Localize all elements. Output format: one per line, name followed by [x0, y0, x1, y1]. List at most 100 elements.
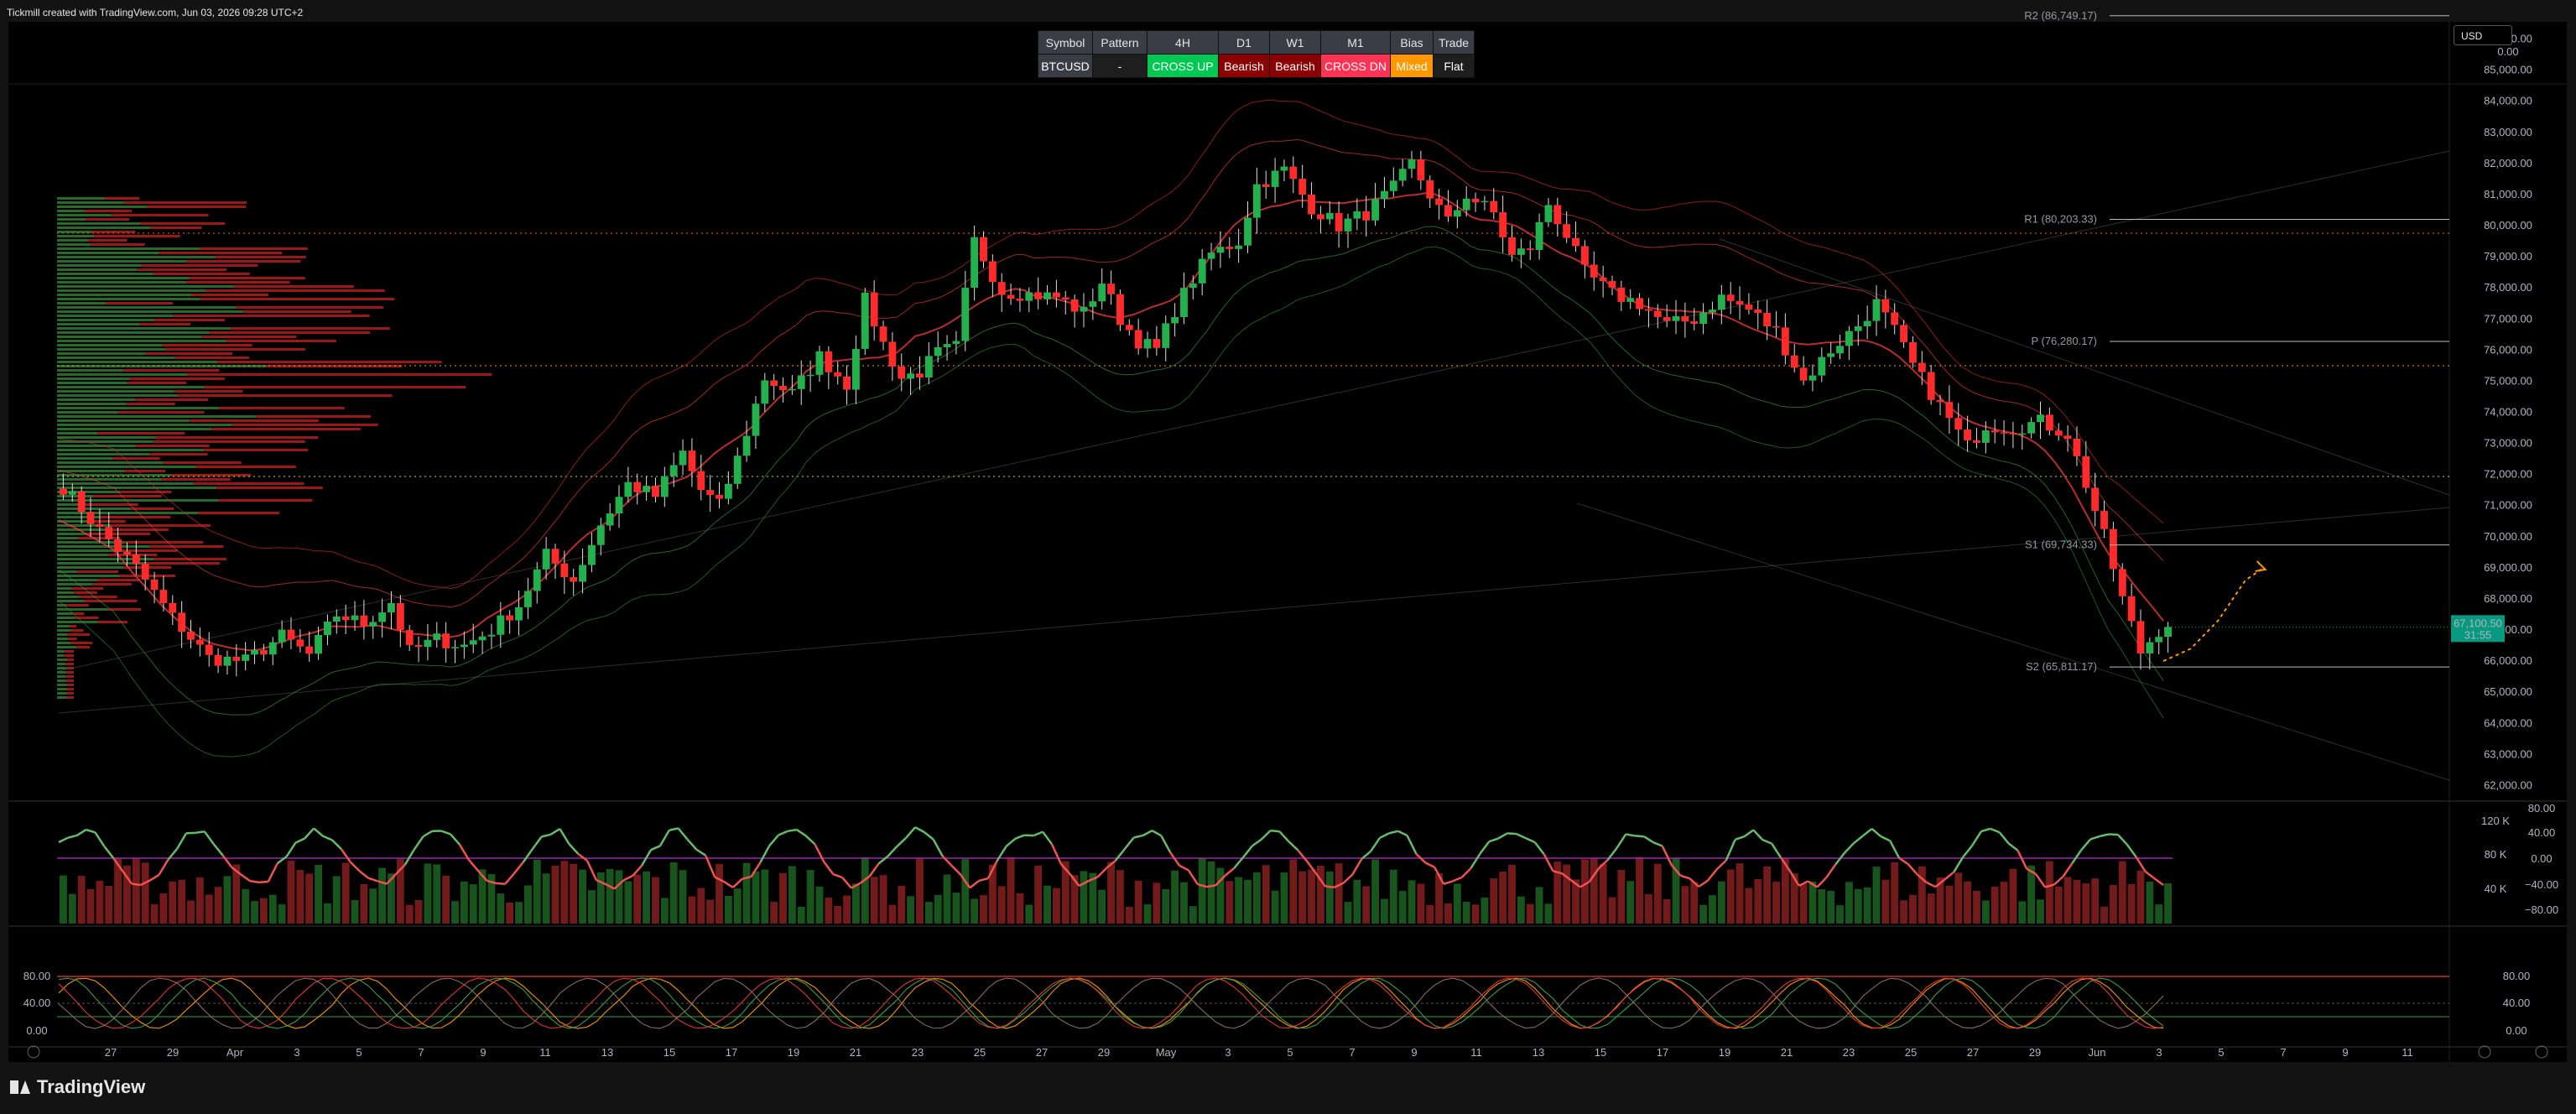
candle-bear	[1918, 362, 1926, 372]
volume-bar	[1945, 885, 1954, 924]
candle-bear	[1663, 316, 1671, 321]
volume-profile-bar-buy	[57, 214, 112, 216]
volume-bar	[1080, 871, 1088, 924]
volume-bar	[332, 876, 341, 924]
volume-bar	[1408, 880, 1416, 924]
volume-bar	[1235, 877, 1243, 924]
volume-bar	[1453, 883, 1461, 924]
volume-profile-bar-sell	[107, 608, 142, 611]
volume-profile-bar-sell	[161, 478, 231, 481]
candle-bear	[1444, 205, 1452, 217]
volume-bar	[1526, 903, 1534, 924]
candle-bull	[1325, 212, 1334, 220]
time-tick-label: 3	[294, 1046, 299, 1059]
volume-bar	[414, 900, 423, 924]
candle-bull	[1717, 294, 1725, 310]
volume-bar	[1645, 893, 1652, 924]
time-tick-label: 15	[1595, 1046, 1606, 1059]
candle-bear	[652, 486, 659, 497]
volume-profile-bar-sell	[94, 235, 180, 237]
pivot-label: S2 (65,811.17)	[2026, 660, 2097, 673]
volume-bar	[96, 880, 104, 924]
volume-bar	[1125, 906, 1133, 924]
candle-bull	[752, 403, 760, 436]
volume-bar	[159, 893, 168, 924]
volume-profile-bar-sell	[174, 390, 243, 393]
time-tick-label: 29	[2029, 1046, 2041, 1059]
candle-bull	[1216, 247, 1225, 253]
currency-selector[interactable]: USD	[2454, 25, 2512, 45]
volume-profile-bar-sell	[150, 226, 202, 229]
candle-bear	[1991, 430, 1999, 433]
mtf-header-pattern: Pattern	[1092, 30, 1147, 55]
volume-profile-bar-sell	[153, 440, 305, 443]
candle-bear	[633, 482, 642, 492]
volume-profile-bar-buy	[57, 587, 72, 590]
candle-bear	[77, 491, 86, 513]
rsi-line-segment	[1324, 885, 1335, 889]
volume-bar	[1827, 891, 1835, 924]
volume-profile-bar-sell	[165, 348, 306, 351]
volume-bar	[1462, 901, 1470, 924]
volume-bar	[1353, 879, 1361, 924]
time-tick-label: 21	[850, 1046, 861, 1059]
candle-bear	[688, 450, 696, 471]
candle-bull	[596, 525, 605, 545]
volume-bar	[815, 886, 824, 924]
candle-bear	[1553, 205, 1562, 225]
volume-bar	[351, 900, 359, 924]
candle-bull	[934, 346, 942, 357]
candle-bear	[305, 646, 314, 654]
mtf-value-symbol: BTCUSD	[1038, 54, 1093, 78]
volume-bar	[278, 904, 286, 924]
volume-profile-bar-sell	[105, 197, 140, 200]
volume-bar	[1398, 891, 1407, 924]
volume-bar	[1981, 900, 1990, 924]
candle-bull	[788, 388, 796, 391]
mtf-value-pattern: -	[1092, 54, 1147, 78]
volume-bar	[1653, 863, 1662, 924]
candle-bear	[341, 616, 350, 621]
stoch-tick-label-right: 0.00	[2506, 1024, 2527, 1037]
volume-profile-bar-sell	[174, 357, 249, 359]
time-tick-label: 9	[1411, 1046, 1417, 1059]
volume-profile-bar-sell	[130, 377, 225, 380]
candle-bear	[1945, 402, 1954, 419]
volume-bar	[907, 896, 915, 924]
candle-bear	[1034, 292, 1043, 299]
volume-profile-bar-buy	[57, 545, 150, 548]
volume-bar	[943, 874, 951, 924]
time-tick-label: 5	[2218, 1046, 2224, 1059]
volume-bar	[287, 860, 295, 924]
volume-bar	[251, 901, 258, 924]
candle-bear	[1070, 299, 1079, 312]
volume-bar	[2027, 865, 2036, 924]
volume-bar	[652, 877, 659, 924]
rsi-tick-label: −80.00	[2525, 903, 2558, 916]
volume-bar	[2155, 904, 2163, 924]
volume-profile-bar-sell	[216, 256, 306, 258]
volume-bar	[1626, 881, 1635, 924]
candle-bull	[478, 636, 487, 641]
chart-canvas[interactable]: R2 (86,749.17) R1 (80,203.33) P (76,280.17…	[0, 0, 2576, 1114]
price-tick-label: 73,000.00	[2484, 437, 2532, 450]
candle-bear	[405, 630, 414, 645]
candle-bear	[60, 488, 67, 495]
volume-bar	[861, 856, 869, 924]
time-tick-label: Jun	[2089, 1046, 2106, 1059]
volume-bar	[1881, 879, 1890, 924]
candle-bear	[560, 563, 569, 578]
volume-profile-bar-sell	[97, 579, 140, 581]
volume-profile-bar-buy	[57, 612, 73, 615]
price-tick-label: 63,000.00	[2484, 747, 2532, 760]
volume-profile-bar-sell	[77, 537, 121, 539]
candle-bear	[916, 373, 924, 378]
candle-bear	[1736, 300, 1744, 305]
volume-bar	[1271, 890, 1279, 924]
volume-profile-bar-sell	[149, 453, 208, 455]
volume-bar	[1189, 906, 1197, 924]
volume-bar	[259, 898, 268, 924]
candle-bear	[2082, 455, 2090, 488]
candle-bull	[1143, 339, 1152, 349]
volume-bar	[916, 858, 924, 924]
